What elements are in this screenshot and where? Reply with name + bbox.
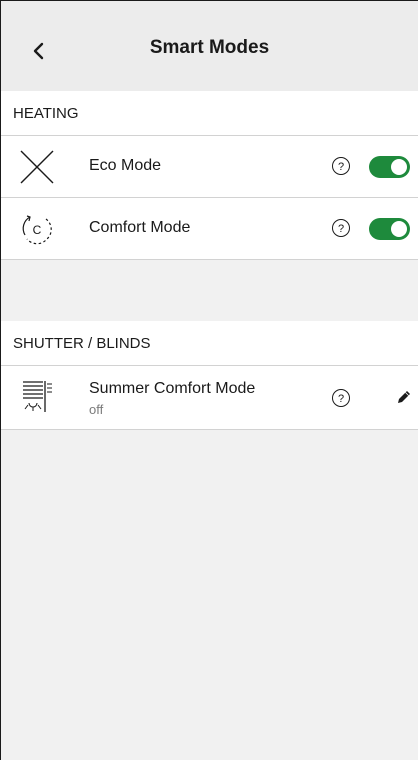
comfort-mode-icon: C (22, 215, 52, 245)
page-title: Smart Modes (149, 37, 270, 58)
eco-mode-icon (20, 150, 54, 184)
help-icon[interactable]: ? (331, 218, 351, 238)
svg-text:?: ? (338, 393, 344, 405)
eco-mode-label: Eco Mode (89, 157, 162, 174)
svg-text:?: ? (338, 161, 344, 173)
help-icon[interactable]: ? (331, 156, 351, 176)
summer-comfort-status: off (89, 402, 104, 417)
help-icon[interactable]: ? (331, 388, 351, 408)
svg-text:?: ? (338, 223, 344, 235)
comfort-mode-toggle[interactable] (369, 218, 410, 240)
heating-section: HEATING Eco Mode ? C Comfort Mode ? (1, 91, 418, 260)
toggle-knob (391, 221, 407, 237)
comfort-mode-label: Comfort Mode (89, 219, 191, 236)
eco-mode-toggle[interactable] (369, 156, 410, 178)
header-bar: Smart Modes (1, 1, 418, 92)
edit-pencil-icon[interactable] (395, 388, 413, 406)
shutter-section: SHUTTER / BLINDS Summer Comfort Mode off (1, 321, 418, 430)
shutter-section-title: SHUTTER / BLINDS (1, 321, 418, 366)
summer-comfort-row[interactable]: Summer Comfort Mode off ? (1, 366, 418, 430)
comfort-icon-letter: C (33, 223, 42, 237)
blinds-sun-icon (23, 381, 52, 412)
smart-modes-screen: Smart Modes HEATING Eco Mode ? C Comfort… (0, 0, 418, 760)
summer-comfort-label: Summer Comfort Mode (89, 380, 256, 397)
comfort-mode-row[interactable]: C Comfort Mode ? (1, 198, 418, 260)
toggle-knob (391, 159, 407, 175)
heating-section-title: HEATING (1, 91, 418, 136)
eco-mode-row[interactable]: Eco Mode ? (1, 136, 418, 198)
